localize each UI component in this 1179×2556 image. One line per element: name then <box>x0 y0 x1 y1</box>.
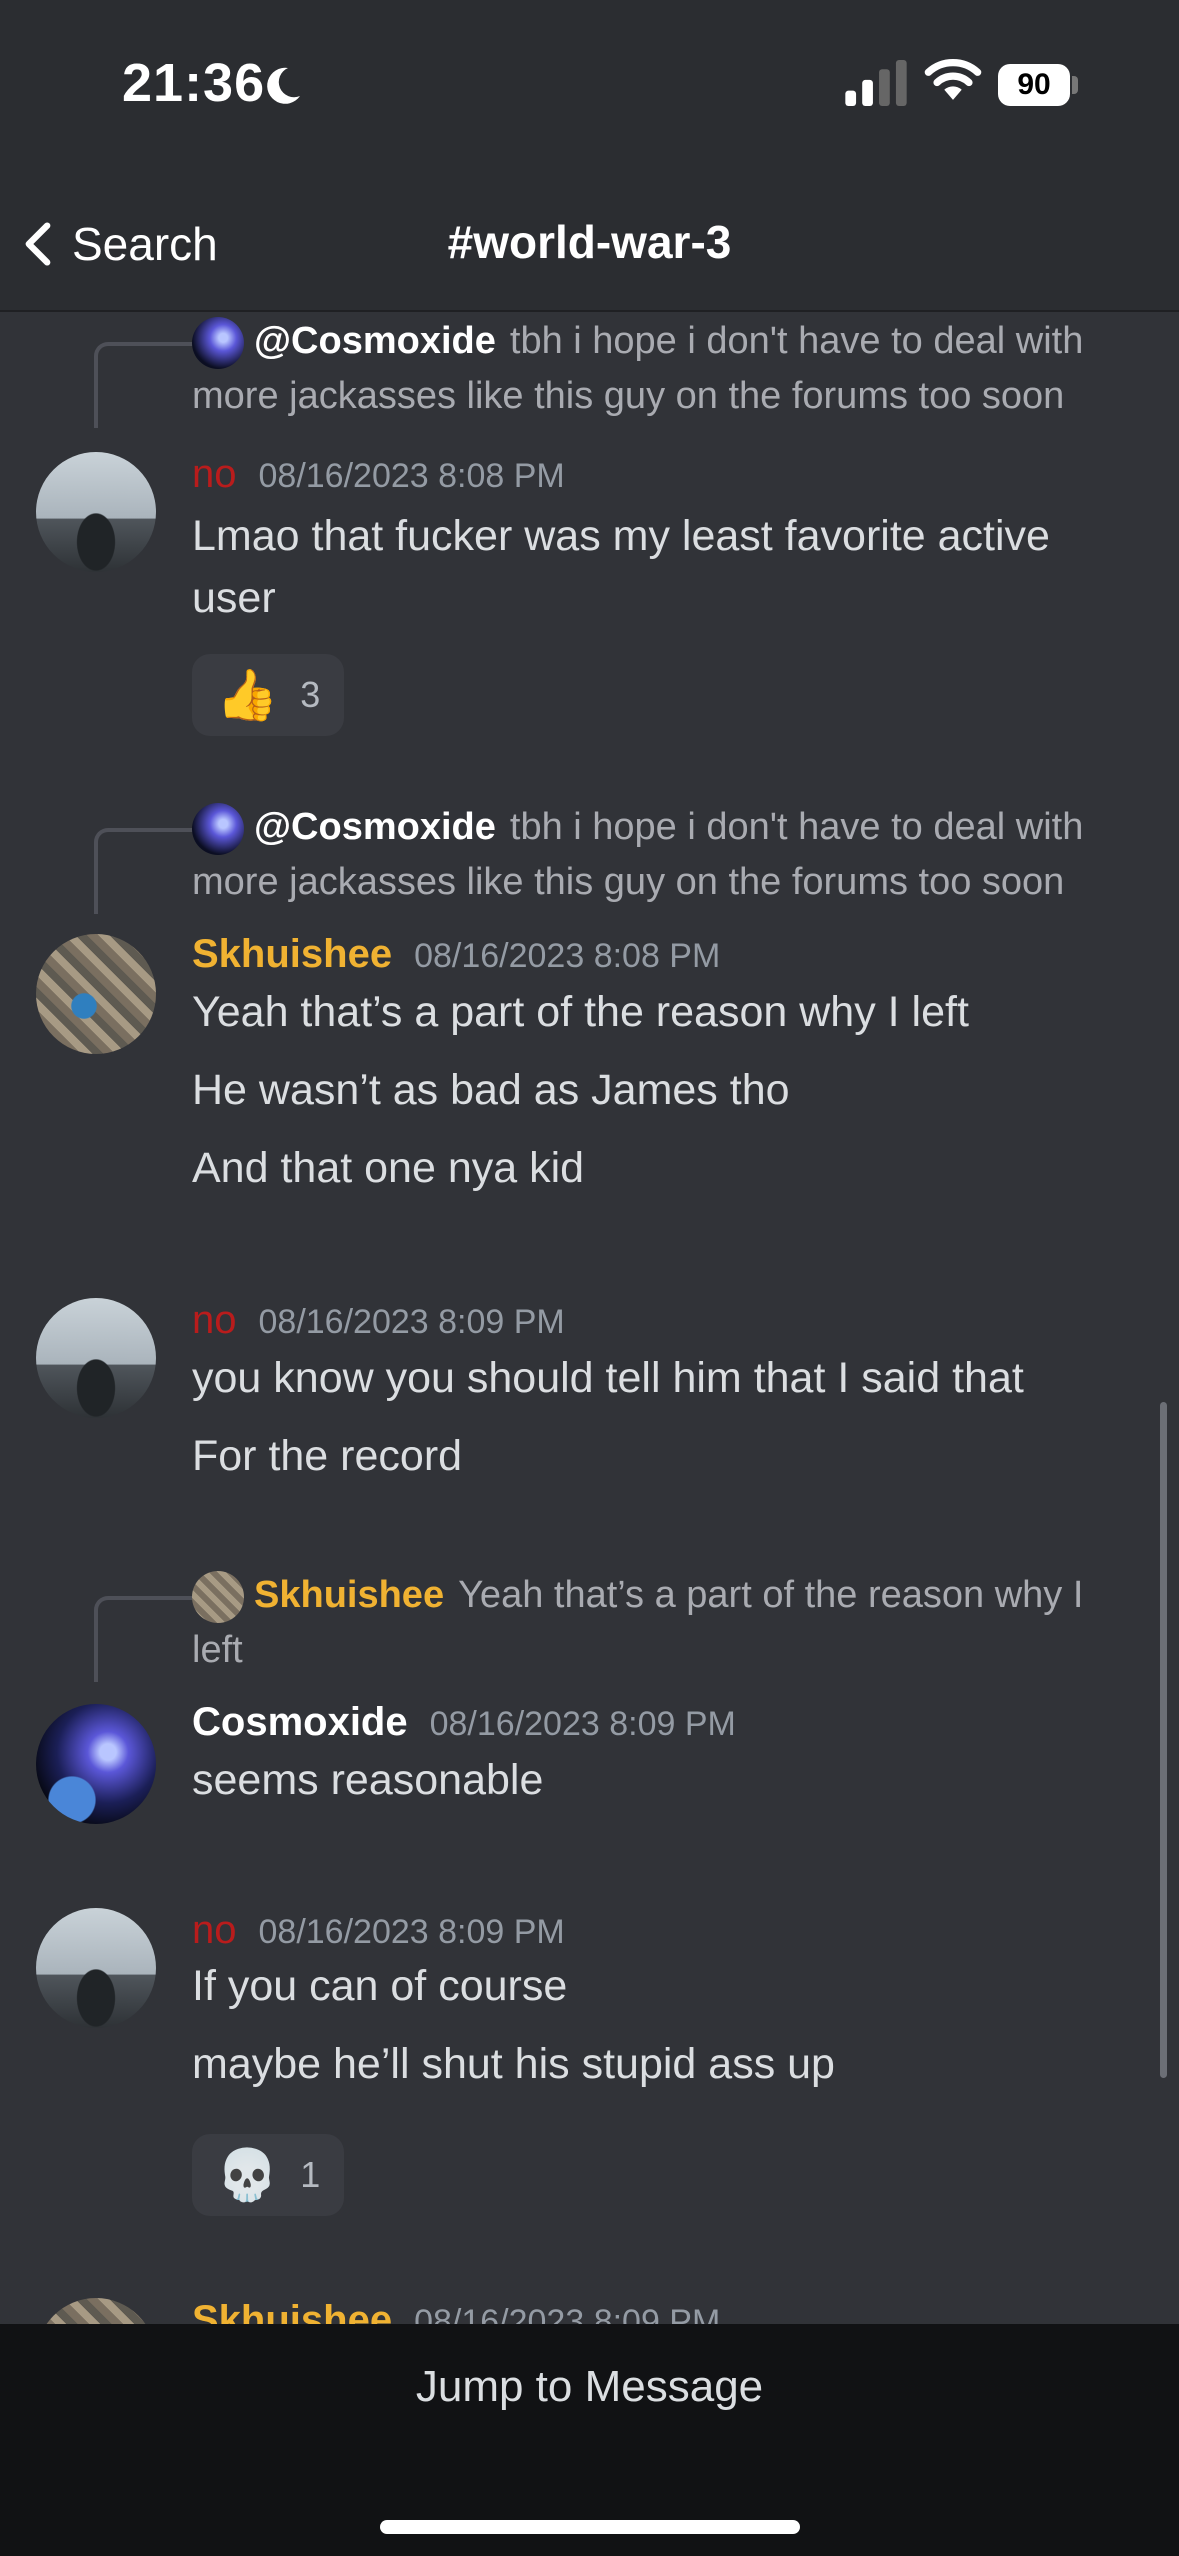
reaction-thumbs-up[interactable]: 👍 3 <box>192 654 345 736</box>
message-text: you know you should tell him that I said… <box>192 1354 1024 1402</box>
avatar[interactable] <box>36 934 156 1054</box>
message-text: He wasn’t as bad as James tho <box>192 1066 790 1114</box>
username[interactable]: no <box>192 1908 237 1952</box>
status-bar: 21:36 90 <box>0 0 1179 170</box>
message-text: Yeah that’s a part of the reason why I l… <box>192 988 969 1036</box>
reply-username: Skhuishee <box>254 1574 445 1616</box>
reply-connector <box>94 342 196 428</box>
timestamp: 08/16/2023 8:09 PM <box>429 1705 736 1743</box>
nav-bar: Search #world-war-3 <box>0 170 1179 312</box>
reply-preview[interactable]: @Cosmoxide tbh i hope i don't have to dea… <box>192 800 1122 909</box>
avatar[interactable] <box>36 1908 156 2028</box>
cellular-signal-icon <box>845 60 907 106</box>
thumbs-up-icon: 👍 <box>216 666 279 723</box>
jump-to-message-button[interactable]: Jump to Message <box>0 2362 1179 2412</box>
timestamp: 08/16/2023 8:08 PM <box>414 937 721 975</box>
username[interactable]: no <box>192 1298 237 1342</box>
reply-avatar <box>192 802 244 855</box>
message-text: And that one nya kid <box>192 1144 585 1192</box>
reply-avatar <box>192 316 244 369</box>
message-feed[interactable]: @Cosmoxide tbh i hope i don't have to dea… <box>0 312 1179 2324</box>
avatar[interactable] <box>36 2298 156 2324</box>
reply-connector <box>94 1596 196 1682</box>
home-indicator[interactable] <box>380 2520 800 2534</box>
channel-title: #world-war-3 <box>447 216 732 268</box>
scrollbar[interactable] <box>1160 1402 1167 2078</box>
reaction-count: 3 <box>300 674 321 715</box>
reply-username: @Cosmoxide <box>254 320 496 362</box>
bottom-bar: Jump to Message <box>0 2324 1179 2556</box>
message-text: If you can of course <box>192 1962 568 2010</box>
battery-icon: 90 <box>998 64 1080 106</box>
username[interactable]: no <box>192 452 237 496</box>
timestamp: 08/16/2023 8:09 PM <box>258 1303 565 1341</box>
message-text: Lmao that fucker was my least favorite a… <box>192 512 1050 560</box>
message-header: Skhuishee 08/16/2023 8:09 PM <box>192 2298 720 2324</box>
wifi-icon <box>924 59 982 100</box>
message-text: For the record <box>192 1432 463 1480</box>
reply-avatar <box>192 1570 244 1623</box>
reaction-skull[interactable]: 💀 1 <box>192 2134 345 2216</box>
status-time: 21:36 <box>122 53 266 113</box>
username[interactable]: Skhuishee <box>192 2298 392 2324</box>
message-text: seems reasonable <box>192 1756 544 1804</box>
avatar[interactable] <box>36 452 156 572</box>
username[interactable]: Skhuishee <box>192 932 392 976</box>
skull-icon: 💀 <box>216 2146 279 2203</box>
avatar[interactable] <box>36 1704 156 1824</box>
message-header: no 08/16/2023 8:08 PM <box>192 452 565 497</box>
battery-level: 90 <box>998 64 1070 106</box>
username[interactable]: Cosmoxide <box>192 1700 408 1744</box>
avatar[interactable] <box>36 1298 156 1418</box>
reply-connector <box>94 828 196 914</box>
message-header: Cosmoxide 08/16/2023 8:09 PM <box>192 1700 736 1745</box>
timestamp: 08/16/2023 8:08 PM <box>258 457 565 495</box>
reply-username: @Cosmoxide <box>254 806 496 848</box>
message-text: maybe he’ll shut his stupid ass up <box>192 2040 835 2088</box>
reply-preview[interactable]: @Cosmoxide tbh i hope i don't have to dea… <box>192 314 1122 423</box>
message-header: no 08/16/2023 8:09 PM <box>192 1908 565 1953</box>
message-header: no 08/16/2023 8:09 PM <box>192 1298 565 1343</box>
timestamp: 08/16/2023 8:09 PM <box>414 2303 721 2324</box>
reply-preview[interactable]: Skhuishee Yeah that’s a part of the reaso… <box>192 1568 1122 1677</box>
reaction-count: 1 <box>300 2154 321 2195</box>
timestamp: 08/16/2023 8:09 PM <box>258 1913 565 1951</box>
moon-icon <box>267 67 300 104</box>
message-text: user <box>192 574 276 622</box>
message-header: Skhuishee 08/16/2023 8:08 PM <box>192 932 720 977</box>
